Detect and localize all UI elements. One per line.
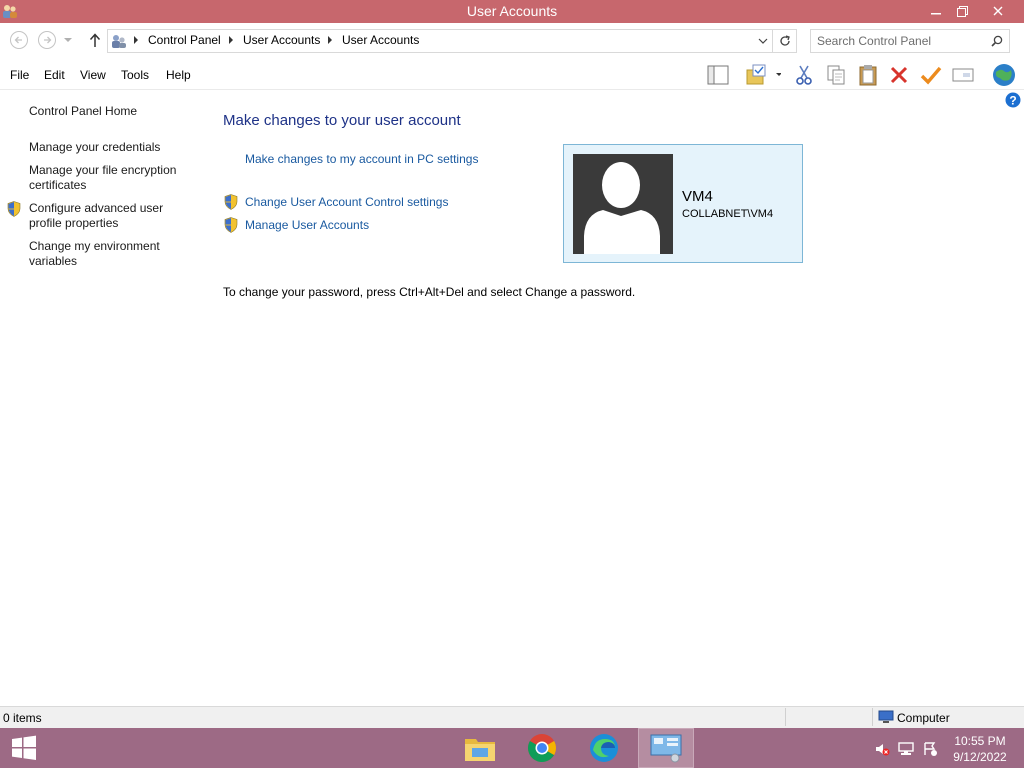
menu-help[interactable]: Help [166, 68, 191, 82]
breadcrumb-separator[interactable] [134, 36, 138, 44]
close-button[interactable] [981, 0, 1015, 22]
taskbar-file-explorer[interactable] [452, 728, 508, 768]
refresh-button[interactable] [773, 29, 797, 53]
control-panel-home-link[interactable]: Control Panel Home [29, 104, 194, 119]
menu-tools[interactable]: Tools [121, 68, 149, 82]
delete-icon [890, 66, 908, 84]
cut-button[interactable] [792, 63, 816, 87]
maximize-icon [956, 5, 968, 17]
paste-icon [859, 65, 877, 86]
status-divider [785, 708, 786, 726]
manage-file-encryption-link[interactable]: Manage your file encryption certificates [29, 163, 189, 193]
start-icon [12, 735, 36, 760]
search-box[interactable] [810, 29, 1010, 53]
status-divider [872, 708, 873, 726]
user-account-card[interactable]: VM4 COLLABNET\VM4 [563, 144, 803, 263]
shield-icon [7, 201, 21, 217]
pc-settings-link[interactable]: Make changes to my account in PC setting… [245, 152, 478, 166]
menu-edit[interactable]: Edit [44, 68, 65, 82]
help-icon[interactable]: ? [1005, 92, 1021, 108]
maximize-button[interactable] [945, 0, 979, 22]
edge-icon [590, 734, 618, 762]
chevron-down-icon [64, 38, 72, 42]
shield-icon [224, 217, 238, 233]
breadcrumb-user-accounts-current[interactable]: User Accounts [342, 33, 419, 47]
menu-file[interactable]: File [10, 68, 29, 82]
search-input[interactable] [817, 33, 985, 49]
checkmark-icon [920, 66, 942, 85]
address-dropdown-icon[interactable] [758, 38, 768, 44]
folder-check-icon [746, 64, 781, 85]
layout-icon [707, 65, 729, 85]
status-item-count: 0 items [3, 711, 42, 725]
status-bar [0, 706, 1024, 728]
uac-settings-link[interactable]: Change User Account Control settings [245, 195, 448, 209]
configure-profile-properties-link[interactable]: Configure advanced user profile properti… [29, 201, 179, 231]
password-note: To change your password, press Ctrl+Alt+… [223, 285, 636, 299]
file-explorer-icon [465, 739, 495, 761]
forward-button[interactable] [36, 29, 58, 51]
change-environment-variables-link[interactable]: Change my environment variables [29, 239, 179, 269]
control-panel-icon [650, 734, 682, 763]
start-button[interactable] [0, 728, 48, 768]
action-center-icon[interactable] [922, 741, 938, 757]
back-button[interactable] [8, 29, 30, 51]
avatar [573, 154, 673, 254]
back-icon [10, 31, 28, 49]
window-title: User Accounts [466, 3, 558, 19]
breadcrumb-user-accounts[interactable]: User Accounts [243, 33, 320, 47]
taskbar-clock[interactable]: 10:55 PM 9/12/2022 [948, 733, 1012, 765]
breadcrumb-separator[interactable] [229, 36, 233, 44]
up-icon [89, 33, 101, 47]
taskbar-control-panel[interactable] [638, 728, 694, 768]
volume-muted-icon[interactable] [874, 741, 890, 757]
copy-icon [827, 65, 845, 85]
rename-icon [952, 68, 974, 82]
manage-user-accounts-link[interactable]: Manage User Accounts [245, 218, 369, 232]
manage-credentials-link[interactable]: Manage your credentials [29, 140, 194, 155]
up-button[interactable] [84, 29, 106, 51]
network-icon[interactable] [898, 741, 914, 757]
user-silhouette-icon [584, 162, 660, 254]
layout-button[interactable] [706, 63, 730, 87]
menu-view[interactable]: View [80, 68, 106, 82]
apply-button[interactable] [919, 63, 943, 87]
control-panel-icon [112, 35, 126, 48]
shield-icon [224, 194, 238, 210]
paste-button[interactable] [856, 63, 880, 87]
taskbar [0, 728, 1024, 768]
chrome-icon [528, 734, 556, 762]
minimize-icon [931, 13, 941, 15]
title-bar: User Accounts [0, 0, 1024, 23]
forward-icon [38, 31, 56, 49]
refresh-icon [779, 35, 790, 46]
properties-button[interactable] [744, 63, 782, 87]
svg-text:?: ? [1009, 94, 1016, 108]
computer-icon [878, 710, 894, 723]
copy-button[interactable] [824, 63, 848, 87]
delete-button[interactable] [887, 63, 911, 87]
globe-button[interactable] [990, 63, 1018, 87]
recent-locations-button[interactable] [61, 29, 75, 51]
clock-time: 10:55 PM [954, 734, 1006, 748]
user-name: VM4 [682, 188, 713, 205]
taskbar-edge[interactable] [576, 728, 632, 768]
user-domain: COLLABNET\VM4 [682, 208, 774, 220]
breadcrumb-control-panel[interactable]: Control Panel [148, 33, 221, 47]
search-icon[interactable] [991, 35, 1003, 47]
status-location: Computer [897, 711, 950, 725]
rename-button[interactable] [951, 63, 975, 87]
page-title: Make changes to your user account [223, 112, 461, 129]
close-icon [993, 6, 1003, 16]
breadcrumb-separator[interactable] [328, 36, 332, 44]
scissors-icon [796, 65, 812, 85]
globe-icon [993, 64, 1015, 86]
taskbar-chrome[interactable] [514, 728, 570, 768]
clock-date: 9/12/2022 [953, 750, 1007, 764]
